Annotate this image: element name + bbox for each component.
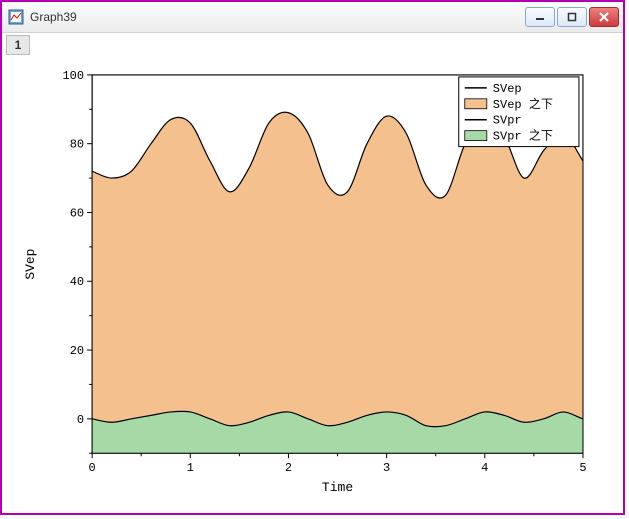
window-controls (525, 7, 619, 27)
titlebar[interactable]: Graph39 (2, 2, 623, 33)
x-tick-label: 5 (579, 461, 586, 475)
x-tick-label: 4 (481, 461, 488, 475)
chart: 020406080100012345TimeSVepSVepSVep 之下SVp… (12, 55, 613, 503)
legend-label: SVpr 之下 (493, 129, 553, 144)
sheet-tab-label: 1 (15, 38, 22, 52)
close-button[interactable] (589, 7, 619, 27)
content-area: 1 020406080100012345TimeSVepSVepSVep 之下S… (2, 33, 623, 513)
x-tick-label: 0 (89, 461, 96, 475)
maximize-button[interactable] (557, 7, 587, 27)
y-tick-label: 60 (70, 206, 84, 220)
app-window: Graph39 1 020406080100012345TimeSVepSVep… (0, 0, 625, 515)
legend-label: SVep (493, 82, 522, 96)
y-tick-label: 20 (70, 344, 84, 358)
y-tick-label: 40 (70, 275, 84, 289)
legend-label: SVep 之下 (493, 97, 553, 112)
x-tick-label: 1 (187, 461, 194, 475)
sheet-tab-1[interactable]: 1 (6, 35, 30, 55)
y-axis-label: SVep (23, 249, 38, 280)
legend-label: SVpr (493, 114, 522, 128)
y-tick-label: 100 (62, 69, 84, 83)
x-axis-label: Time (322, 480, 353, 495)
app-icon (8, 9, 24, 25)
legend-swatch (465, 99, 487, 109)
window-title: Graph39 (30, 10, 77, 24)
y-tick-label: 80 (70, 138, 84, 152)
legend-swatch (465, 131, 487, 141)
y-tick-label: 0 (77, 413, 84, 427)
x-tick-label: 2 (285, 461, 292, 475)
x-tick-label: 3 (383, 461, 390, 475)
minimize-button[interactable] (525, 7, 555, 27)
